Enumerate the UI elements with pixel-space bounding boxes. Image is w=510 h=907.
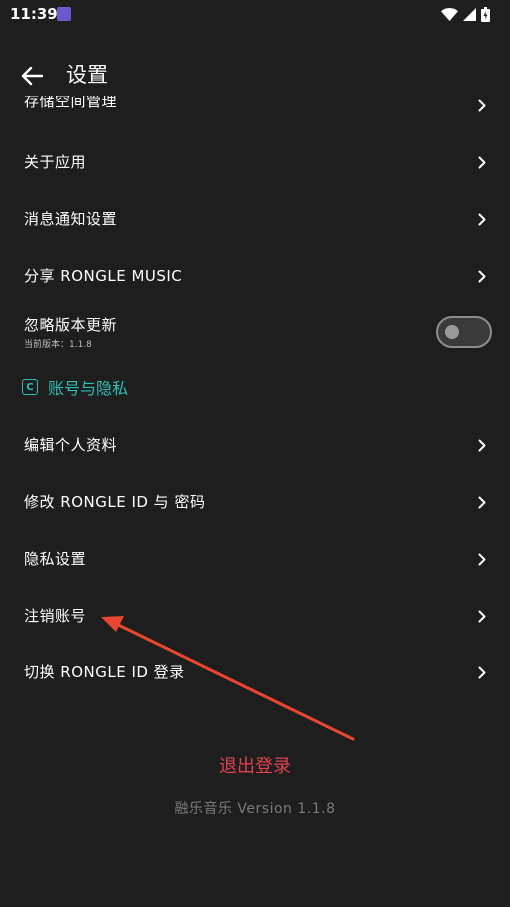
ignore-update-toggle[interactable] (436, 316, 492, 348)
about-label: 关于应用 (24, 153, 87, 171)
chevron-right-icon (476, 438, 488, 452)
settings-screen: 11:39 设置 存储空间管理 关于应用 消息通知设置 分享 RONGLE MU… (0, 0, 510, 907)
account-section-title: 账号与隐私 (48, 379, 129, 398)
storage-label: 存储空间管理 (24, 96, 118, 110)
chevron-right-icon (476, 552, 488, 566)
page-title: 设置 (66, 63, 108, 87)
chevron-right-icon (476, 495, 488, 509)
settings-row-about[interactable]: 关于应用 (0, 133, 510, 190)
signal-icon (463, 7, 476, 21)
arrow-left-icon (21, 66, 43, 86)
account-section-icon: C (22, 379, 38, 395)
settings-row-privacy[interactable]: 隐私设置 (0, 530, 510, 587)
edit-profile-label: 编辑个人资料 (24, 436, 118, 454)
status-icons (441, 6, 490, 22)
chevron-right-icon (476, 665, 488, 679)
back-button[interactable] (14, 60, 50, 92)
switch-id-label: 切换 RONGLE ID 登录 (24, 663, 185, 681)
chevron-right-icon (476, 212, 488, 226)
settings-row-share[interactable]: 分享 RONGLE MUSIC (0, 247, 510, 304)
privacy-label: 隐私设置 (24, 550, 87, 568)
notification-label: 消息通知设置 (24, 210, 118, 228)
ignore-update-version: 当前版本：1.1.8 (24, 340, 92, 350)
chevron-right-icon (476, 155, 488, 169)
cancel-account-label: 注销账号 (24, 607, 87, 625)
chevron-right-icon (476, 98, 488, 112)
chevron-right-icon (476, 609, 488, 623)
status-bar: 11:39 (0, 0, 510, 30)
wifi-icon (441, 7, 458, 21)
app-notification-icon (57, 7, 71, 21)
status-time: 11:39 (10, 5, 58, 23)
modify-id-label: 修改 RONGLE ID 与 密码 (24, 493, 206, 511)
settings-row-ignore-update: 忽略版本更新 当前版本：1.1.8 (0, 304, 510, 360)
settings-row-notifications[interactable]: 消息通知设置 (0, 190, 510, 247)
version-text: 融乐音乐 Version 1.1.8 (174, 801, 336, 817)
settings-row-modify-id[interactable]: 修改 RONGLE ID 与 密码 (0, 473, 510, 530)
battery-icon (481, 6, 490, 22)
logout-button[interactable]: 退出登录 (0, 752, 510, 778)
share-label: 分享 RONGLE MUSIC (24, 267, 183, 285)
ignore-update-label: 忽略版本更新 (24, 316, 118, 334)
settings-row-switch-id[interactable]: 切换 RONGLE ID 登录 (0, 643, 510, 700)
account-section-header: C 账号与隐私 (22, 374, 128, 400)
chevron-right-icon (476, 269, 488, 283)
settings-row-cancel-account[interactable]: 注销账号 (0, 587, 510, 644)
settings-row-storage[interactable]: 存储空间管理 (0, 96, 510, 114)
toggle-knob (445, 325, 459, 339)
settings-row-edit-profile[interactable]: 编辑个人资料 (0, 416, 510, 473)
